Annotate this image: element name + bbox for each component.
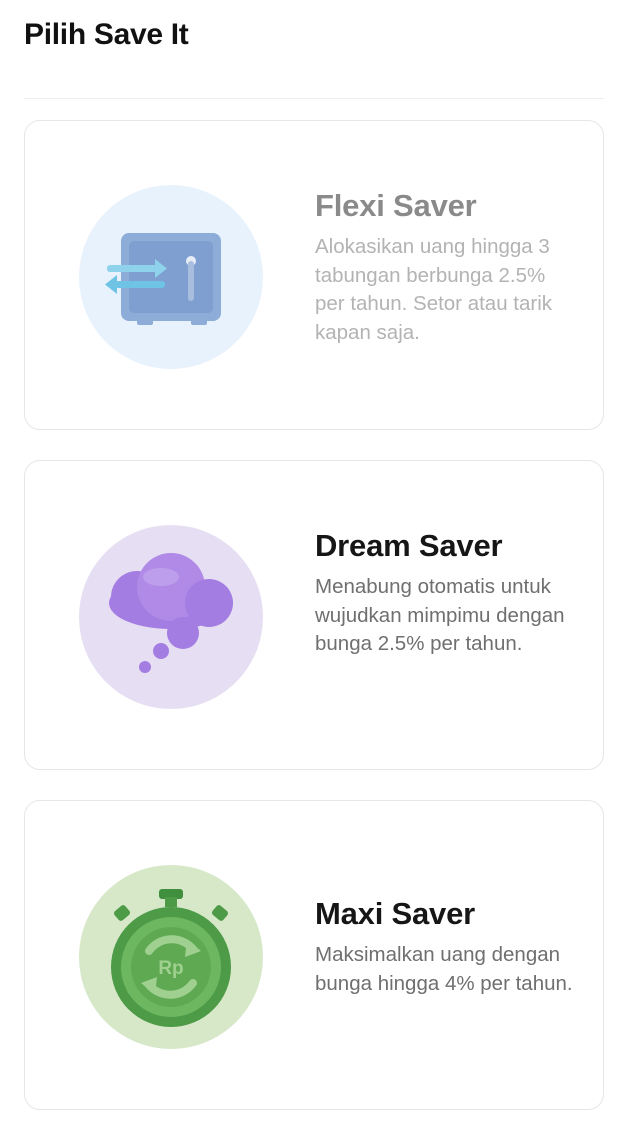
flexi-saver-title: Flexi Saver bbox=[315, 188, 477, 223]
dream-saver-card[interactable]: Dream Saver Menabung otomatis untuk wuju… bbox=[24, 460, 604, 770]
flexi-saver-description: Alokasikan uang hingga 3 tabungan berbun… bbox=[315, 235, 553, 344]
dream-saver-description: Menabung otomatis untuk wujudkan mimpimu… bbox=[315, 575, 565, 655]
dream-cloud-icon bbox=[79, 525, 263, 709]
header-divider bbox=[24, 98, 604, 99]
stopwatch-rupiah-icon: Rp bbox=[79, 865, 263, 1049]
dream-saver-title: Dream Saver bbox=[315, 528, 503, 563]
page-title: Pilih Save It bbox=[24, 18, 189, 51]
safe-icon bbox=[79, 185, 263, 369]
rupiah-symbol: Rp bbox=[158, 958, 183, 979]
maxi-saver-title: Maxi Saver bbox=[315, 896, 475, 931]
maxi-saver-description: Maksimalkan uang dengan bunga hingga 4% … bbox=[315, 943, 573, 995]
maxi-saver-card[interactable]: Rp Maxi Saver Maksimalkan uang dengan bu… bbox=[24, 800, 604, 1110]
flexi-saver-card[interactable]: Flexi Saver Alokasikan uang hingga 3 tab… bbox=[24, 120, 604, 430]
